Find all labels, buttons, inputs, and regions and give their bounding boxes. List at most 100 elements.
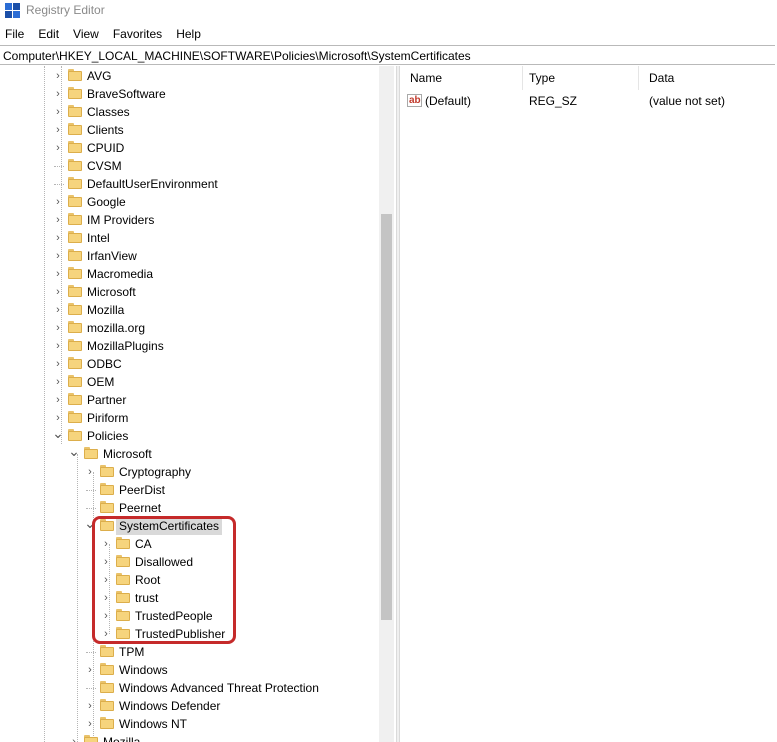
tree-item-avg[interactable]: › AVG	[0, 67, 378, 85]
tree-item-ca[interactable]: › CA	[0, 535, 378, 553]
tree-item-label: Intel	[87, 231, 110, 245]
chevron-right-icon[interactable]: ›	[84, 463, 96, 481]
chevron-right-icon[interactable]: ›	[52, 283, 64, 301]
tree-vertical-scrollbar[interactable]	[379, 66, 394, 742]
tree-item-bravesoftware[interactable]: › BraveSoftware	[0, 85, 378, 103]
chevron-right-icon[interactable]: ›	[84, 697, 96, 715]
column-header-name[interactable]: Name	[400, 66, 523, 90]
chevron-right-icon[interactable]: ›	[52, 319, 64, 337]
tree-item-defaultuserenvironment[interactable]: DefaultUserEnvironment	[0, 175, 378, 193]
menu-help[interactable]: Help	[176, 24, 201, 44]
chevron-right-icon[interactable]: ›	[84, 661, 96, 679]
chevron-right-icon[interactable]: ›	[100, 553, 112, 571]
tree-item-windows-defender[interactable]: › Windows Defender	[0, 697, 378, 715]
tree-item-peerdist[interactable]: PeerDist	[0, 481, 378, 499]
tree-item-policies[interactable]: ⌄ Policies	[0, 426, 378, 445]
chevron-right-icon[interactable]: ›	[52, 247, 64, 265]
value-type: REG_SZ	[529, 94, 578, 108]
tree-item-mozilla[interactable]: › Mozilla	[0, 301, 378, 319]
tree-item-label: ODBC	[87, 357, 122, 371]
tree-item-google[interactable]: › Google	[0, 193, 378, 211]
tree-item-trustedpeople[interactable]: › TrustedPeople	[0, 607, 378, 625]
value-row[interactable]: ab (Default) REG_SZ (value not set)	[400, 92, 777, 110]
menu-edit[interactable]: Edit	[38, 24, 59, 44]
tree-item-microsoft[interactable]: › Microsoft	[0, 283, 378, 301]
tree-item-label: AVG	[87, 69, 112, 83]
chevron-down-icon[interactable]: ⌄	[68, 444, 80, 463]
tree-item-oem[interactable]: › OEM	[0, 373, 378, 391]
tree-item-mozilla-org[interactable]: › mozilla.org	[0, 319, 378, 337]
chevron-right-icon[interactable]: ›	[52, 355, 64, 373]
menu-view[interactable]: View	[73, 24, 99, 44]
chevron-right-icon[interactable]: ›	[52, 391, 64, 409]
chevron-right-icon[interactable]: ›	[100, 625, 112, 643]
tree-item-cpuid[interactable]: › CPUID	[0, 139, 378, 157]
tree-item-root[interactable]: › Root	[0, 571, 378, 589]
chevron-right-icon[interactable]: ›	[52, 193, 64, 211]
chevron-right-icon[interactable]: ›	[84, 715, 96, 733]
chevron-right-icon[interactable]: ›	[52, 211, 64, 229]
chevron-right-icon[interactable]: ›	[52, 337, 64, 355]
tree-item-cvsm[interactable]: CVSM	[0, 157, 378, 175]
chevron-right-icon[interactable]: ›	[52, 301, 64, 319]
folder-icon	[68, 375, 82, 387]
chevron-right-icon[interactable]: ›	[52, 139, 64, 157]
folder-icon	[68, 87, 82, 99]
chevron-right-icon[interactable]: ›	[100, 607, 112, 625]
tree-item-tpm[interactable]: TPM	[0, 643, 378, 661]
tree-item-macromedia[interactable]: › Macromedia	[0, 265, 378, 283]
tree-item-disallowed[interactable]: › Disallowed	[0, 553, 378, 571]
tree-item-label: CPUID	[87, 141, 125, 155]
menu-file[interactable]: File	[5, 24, 24, 44]
folder-icon	[100, 519, 114, 531]
column-header-type[interactable]: Type	[519, 66, 639, 90]
tree-item-systemcertificates[interactable]: ⌄ SystemCertificates	[0, 516, 378, 535]
tree-item-label: trust	[135, 591, 159, 605]
tree-item-windows-nt[interactable]: › Windows NT	[0, 715, 378, 733]
tree-item-microsoft[interactable]: ⌄ Microsoft	[0, 444, 378, 463]
tree-item-label: IM Providers	[87, 213, 155, 227]
chevron-right-icon[interactable]: ›	[52, 229, 64, 247]
chevron-right-icon[interactable]: ›	[68, 733, 80, 742]
tree-item-label: Peernet	[119, 501, 162, 515]
folder-icon	[68, 339, 82, 351]
tree-item-mozilla[interactable]: › Mozilla	[0, 733, 378, 742]
chevron-right-icon[interactable]: ›	[52, 373, 64, 391]
chevron-right-icon[interactable]: ›	[52, 121, 64, 139]
tree-item-trustedpublisher[interactable]: › TrustedPublisher	[0, 625, 378, 643]
tree-item-intel[interactable]: › Intel	[0, 229, 378, 247]
chevron-down-icon[interactable]: ⌄	[84, 516, 96, 535]
tree-item-clients[interactable]: › Clients	[0, 121, 378, 139]
scrollbar-thumb[interactable]	[381, 214, 392, 620]
tree-item-odbc[interactable]: › ODBC	[0, 355, 378, 373]
menu-favorites[interactable]: Favorites	[113, 24, 162, 44]
folder-icon	[68, 429, 82, 441]
tree-item-windows-advanced-threat-protection[interactable]: Windows Advanced Threat Protection	[0, 679, 378, 697]
tree-item-trust[interactable]: › trust	[0, 589, 378, 607]
tree-item-mozillaplugins[interactable]: › MozillaPlugins	[0, 337, 378, 355]
values-list-pane: Name Type Data ab (Default) REG_SZ (valu…	[400, 66, 777, 742]
address-bar[interactable]: Computer\HKEY_LOCAL_MACHINE\SOFTWARE\Pol…	[0, 45, 775, 65]
tree-item-peernet[interactable]: Peernet	[0, 499, 378, 517]
chevron-right-icon[interactable]: ›	[52, 265, 64, 283]
tree-item-partner[interactable]: › Partner	[0, 391, 378, 409]
folder-icon	[68, 195, 82, 207]
chevron-right-icon[interactable]: ›	[100, 535, 112, 553]
tree-item-label: TPM	[119, 645, 145, 659]
tree-connector	[86, 688, 96, 689]
tree-item-label: Partner	[87, 393, 127, 407]
chevron-right-icon[interactable]: ›	[52, 103, 64, 121]
chevron-right-icon[interactable]: ›	[100, 589, 112, 607]
tree-item-windows[interactable]: › Windows	[0, 661, 378, 679]
chevron-right-icon[interactable]: ›	[100, 571, 112, 589]
tree-item-classes[interactable]: › Classes	[0, 103, 378, 121]
chevron-down-icon[interactable]: ⌄	[52, 426, 64, 445]
tree-item-label: CA	[135, 537, 152, 551]
tree-item-cryptography[interactable]: › Cryptography	[0, 463, 378, 481]
tree-item-irfanview[interactable]: › IrfanView	[0, 247, 378, 265]
chevron-right-icon[interactable]: ›	[52, 67, 64, 85]
column-header-data[interactable]: Data	[639, 66, 777, 90]
chevron-right-icon[interactable]: ›	[52, 85, 64, 103]
tree-item-im-providers[interactable]: › IM Providers	[0, 211, 378, 229]
tree-item-label: MozillaPlugins	[87, 339, 164, 353]
